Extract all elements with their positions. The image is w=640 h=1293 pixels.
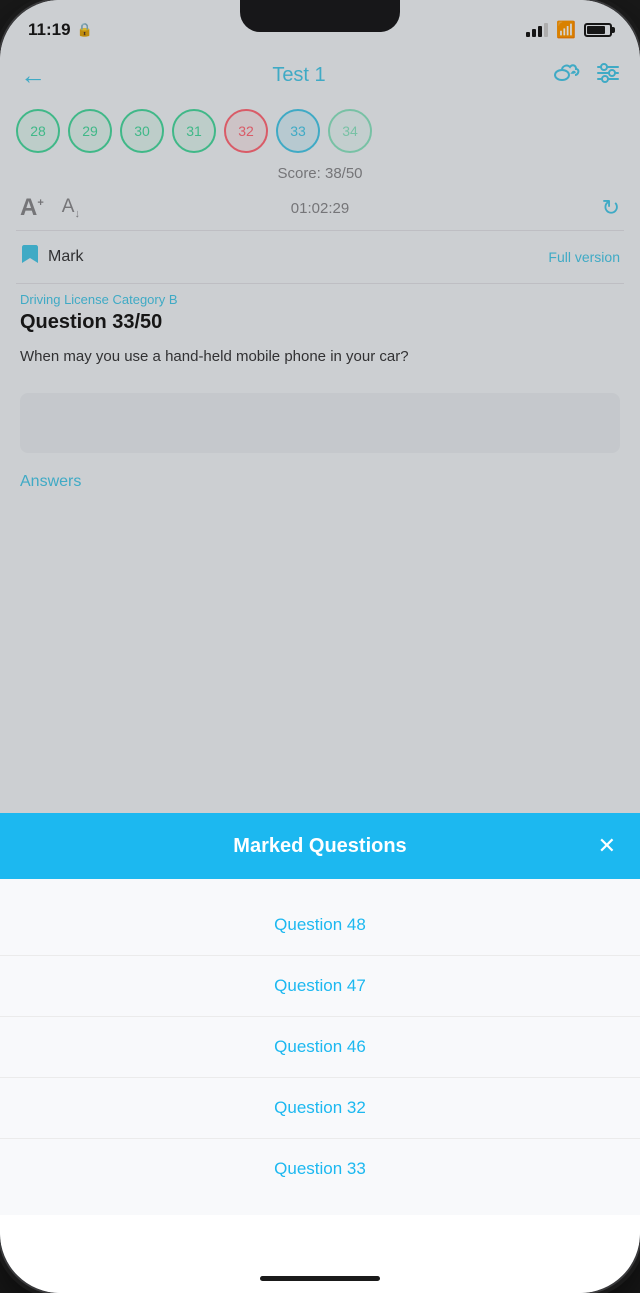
- marked-questions-modal: Marked Questions ✕ Question 48 Question …: [0, 813, 640, 1293]
- modal-header: Marked Questions ✕: [0, 813, 640, 879]
- screen: 11:19 🔒 📶 ← Test 1: [0, 0, 640, 1293]
- marked-question-label-32: Question 32: [274, 1098, 366, 1117]
- home-indicator: [260, 1276, 380, 1281]
- marked-question-item-32[interactable]: Question 32: [0, 1078, 640, 1139]
- modal-close-button[interactable]: ✕: [588, 833, 616, 859]
- marked-question-label-33: Question 33: [274, 1159, 366, 1178]
- phone-frame: 11:19 🔒 📶 ← Test 1: [0, 0, 640, 1293]
- marked-question-item-48[interactable]: Question 48: [0, 895, 640, 956]
- marked-question-label-46: Question 46: [274, 1037, 366, 1056]
- marked-question-label-48: Question 48: [274, 915, 366, 934]
- marked-question-item-33[interactable]: Question 33: [0, 1139, 640, 1199]
- marked-question-label-47: Question 47: [274, 976, 366, 995]
- modal-body: Question 48 Question 47 Question 46 Ques…: [0, 879, 640, 1215]
- marked-question-item-47[interactable]: Question 47: [0, 956, 640, 1017]
- modal-title: Marked Questions: [52, 835, 588, 858]
- marked-question-item-46[interactable]: Question 46: [0, 1017, 640, 1078]
